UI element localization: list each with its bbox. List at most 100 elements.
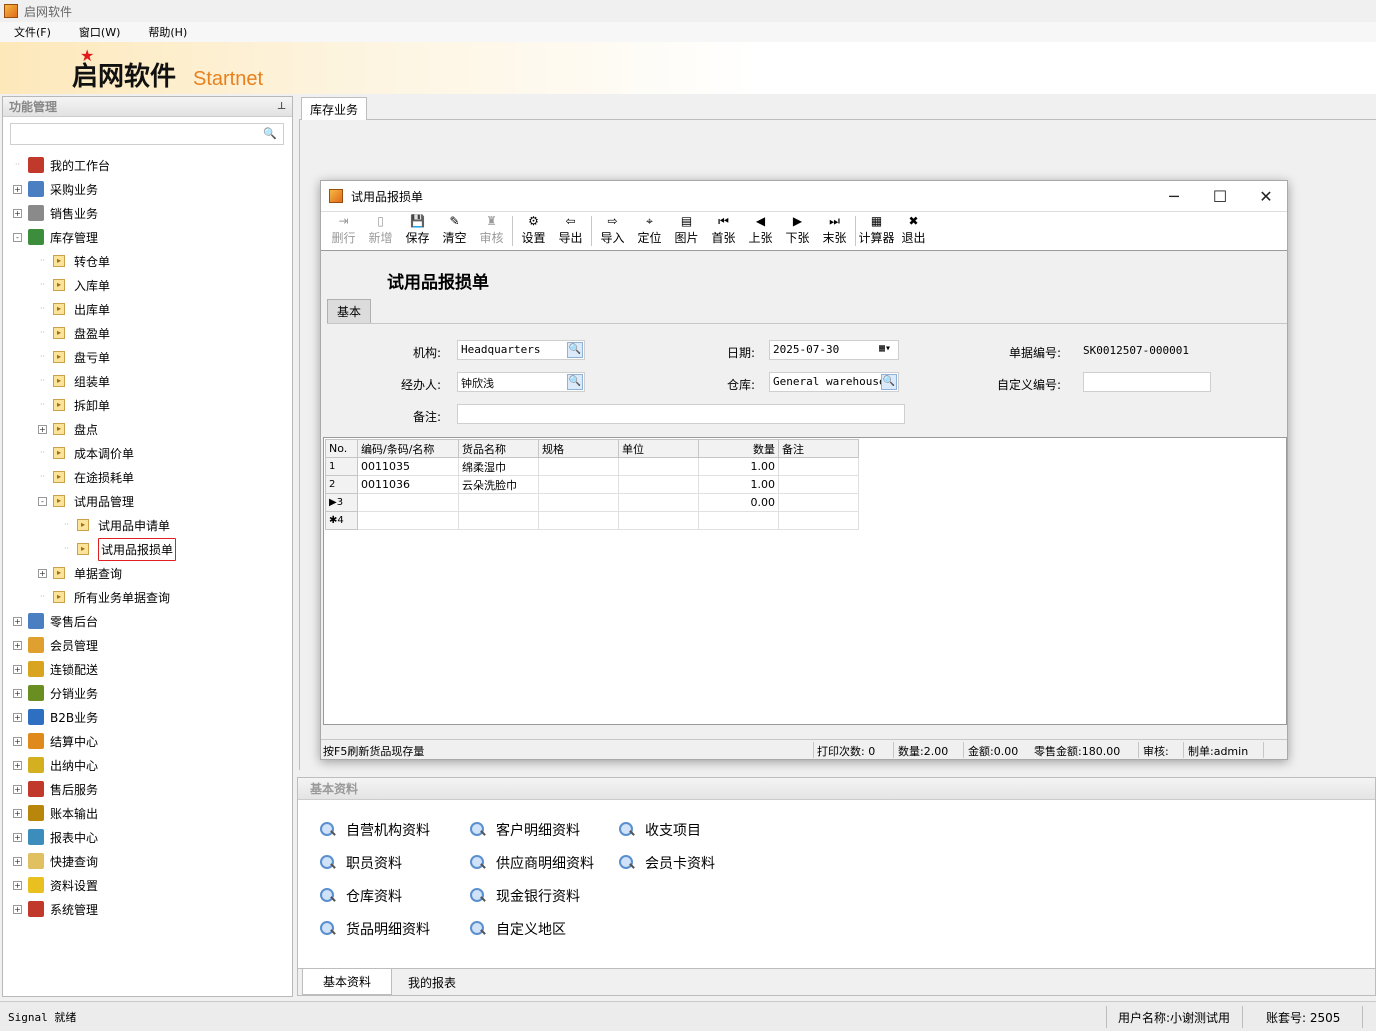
tree-item[interactable]: + 快捷查询 (13, 851, 98, 871)
lookup-icon[interactable]: 🔍 (567, 374, 583, 390)
base-info-link[interactable]: 会员卡资料 (619, 853, 715, 873)
toolbar-button[interactable]: ▶ 下张 (779, 213, 816, 249)
toolbar-button[interactable]: ▯ 新增 (362, 213, 399, 249)
tree-item[interactable]: + 连锁配送 (13, 659, 98, 679)
tree-item[interactable]: - ▸ 试用品管理 (38, 491, 134, 511)
org-field[interactable]: Headquarters 🔍 (457, 340, 585, 360)
cell-remark[interactable] (778, 511, 859, 530)
cell-qty[interactable]: 1.00 (698, 457, 779, 476)
tree-item[interactable]: + 账本输出 (13, 803, 98, 823)
toolbar-button[interactable]: ⇥ 删行 (325, 213, 362, 249)
custom-no-field[interactable] (1083, 372, 1211, 392)
toolbar-button[interactable]: ⇦ 导出 (552, 213, 589, 249)
cell-spec[interactable] (538, 475, 619, 494)
function-search-input[interactable]: 🔍 (10, 123, 284, 145)
base-info-link[interactable]: 客户明细资料 (470, 820, 580, 840)
tab-basic[interactable]: 基本 (327, 299, 371, 323)
cell-name[interactable] (458, 511, 539, 530)
expand-icon[interactable]: + (38, 568, 47, 578)
tab-base-info[interactable]: 基本资料 (302, 969, 393, 995)
collapse-icon[interactable]: - (38, 496, 47, 506)
date-field[interactable]: 2025-07-30 ▦▾ (769, 340, 899, 360)
cell-name[interactable] (458, 493, 539, 512)
remark-field[interactable] (457, 404, 905, 424)
table-row[interactable]: 1 0011035 绵柔湿巾 1.00 (325, 457, 859, 476)
tree-item[interactable]: + 分销业务 (13, 683, 98, 703)
warehouse-field[interactable]: General warehouse 🔍 (769, 372, 899, 392)
base-info-link[interactable]: 货品明细资料 (320, 919, 430, 939)
tree-item[interactable]: ·· ▸ 盘盈单 (38, 323, 110, 343)
toolbar-button[interactable]: ✎ 清空 (436, 213, 473, 249)
base-info-link[interactable]: 自营机构资料 (320, 820, 430, 840)
expand-icon[interactable]: + (13, 784, 22, 794)
cell-unit[interactable] (618, 493, 699, 512)
close-icon[interactable]: ✕ (1243, 181, 1289, 211)
cell-unit[interactable] (618, 475, 699, 494)
lookup-icon[interactable]: 🔍 (881, 374, 897, 390)
expand-icon[interactable]: + (13, 736, 22, 746)
cell-spec[interactable] (538, 511, 619, 530)
col-spec[interactable]: 规格 (538, 439, 619, 458)
pin-icon[interactable]: ⊥ (277, 101, 286, 112)
tree-item[interactable]: ·· ▸ 入库单 (38, 275, 110, 295)
minimize-icon[interactable]: ─ (1151, 181, 1197, 211)
table-row[interactable]: ✱4 (325, 511, 859, 530)
base-info-link[interactable]: 收支项目 (619, 820, 701, 840)
tree-item[interactable]: + 资料设置 (13, 875, 98, 895)
expand-icon[interactable]: + (13, 688, 22, 698)
cell-code[interactable] (357, 511, 459, 530)
expand-icon[interactable]: + (13, 664, 22, 674)
expand-icon[interactable]: + (13, 712, 22, 722)
expand-icon[interactable]: + (13, 184, 22, 194)
tree-item[interactable]: - 库存管理 (13, 227, 98, 247)
cell-remark[interactable] (778, 493, 859, 512)
calendar-dropdown-icon[interactable]: ▦▾ (873, 342, 897, 358)
cell-unit[interactable] (618, 511, 699, 530)
cell-unit[interactable] (618, 457, 699, 476)
toolbar-button[interactable]: ⏮ 首张 (705, 213, 742, 249)
tree-item[interactable]: + 零售后台 (13, 611, 98, 631)
expand-icon[interactable]: + (13, 880, 22, 890)
base-info-link[interactable]: 供应商明细资料 (470, 853, 594, 873)
tree-item[interactable]: + ▸ 盘点 (38, 419, 98, 439)
tree-item[interactable]: ·· ▸ 盘亏单 (38, 347, 110, 367)
tree-item[interactable]: + 出纳中心 (13, 755, 98, 775)
tree-item[interactable]: ·· ▸ 试用品报损单 (62, 537, 177, 561)
tree-item[interactable]: ·· ▸ 在途损耗单 (38, 467, 134, 487)
cell-remark[interactable] (778, 457, 859, 476)
cell-name[interactable]: 云朵洗脸巾 (458, 475, 539, 494)
lookup-icon[interactable]: 🔍 (567, 342, 583, 358)
expand-icon[interactable]: + (38, 424, 47, 434)
toolbar-button[interactable]: ⇨ 导入 (594, 213, 631, 249)
cell-spec[interactable] (538, 457, 619, 476)
tree-item[interactable]: + 会员管理 (13, 635, 98, 655)
tree-item[interactable]: + B2B业务 (13, 707, 98, 727)
collapse-icon[interactable]: - (13, 232, 22, 242)
expand-icon[interactable]: + (13, 760, 22, 770)
tree-item[interactable]: ·· ▸ 转仓单 (38, 251, 110, 271)
table-row[interactable]: 2 0011036 云朵洗脸巾 1.00 (325, 475, 859, 494)
toolbar-button[interactable]: ✖ 退出 (895, 213, 932, 249)
tree-item[interactable]: ·· ▸ 所有业务单据查询 (38, 587, 170, 607)
menu-file[interactable]: 文件(F) (0, 24, 65, 40)
tree-item[interactable]: + 系统管理 (13, 899, 98, 919)
tree-item[interactable]: + 结算中心 (13, 731, 98, 751)
menu-window[interactable]: 窗口(W) (65, 24, 134, 40)
toolbar-button[interactable]: ▦ 计算器 (858, 213, 895, 249)
tree-item[interactable]: + 销售业务 (13, 203, 98, 223)
table-row[interactable]: ▶3 0.00 (325, 493, 859, 512)
cell-remark[interactable] (778, 475, 859, 494)
expand-icon[interactable]: + (13, 832, 22, 842)
tab-inventory-business[interactable]: 库存业务 (301, 97, 368, 120)
menu-help[interactable]: 帮助(H) (134, 24, 201, 40)
tree-item[interactable]: + 报表中心 (13, 827, 98, 847)
col-remark[interactable]: 备注 (778, 439, 859, 458)
tree-item[interactable]: ·· 我的工作台 (13, 155, 110, 175)
toolbar-button[interactable]: ⏭ 末张 (816, 213, 853, 249)
expand-icon[interactable]: + (13, 808, 22, 818)
tree-item[interactable]: ·· ▸ 出库单 (38, 299, 110, 319)
col-unit[interactable]: 单位 (618, 439, 699, 458)
tree-item[interactable]: ·· ▸ 拆卸单 (38, 395, 110, 415)
col-no[interactable]: No. (325, 439, 358, 458)
tree-item[interactable]: ·· ▸ 组装单 (38, 371, 110, 391)
